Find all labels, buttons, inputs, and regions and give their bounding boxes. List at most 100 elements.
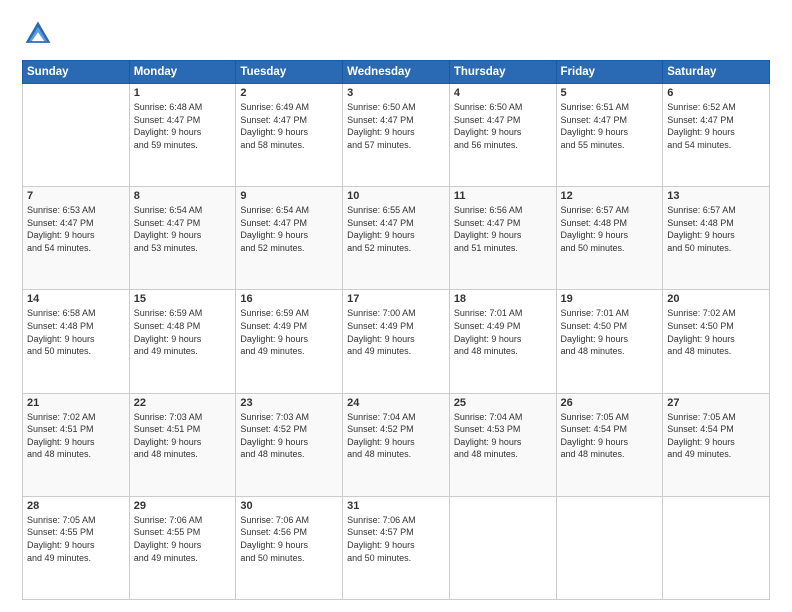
day-cell: 2 Sunrise: 6:49 AMSunset: 4:47 PMDaylight… — [236, 84, 343, 187]
day-number: 5 — [561, 87, 659, 99]
day-number: 11 — [454, 190, 552, 202]
day-number: 16 — [240, 293, 338, 305]
day-cell: 4Sunrise: 6:50 AMSunset: 4:47 PMDaylight… — [449, 84, 556, 187]
day-info: Sunrise: 6:50 AMSunset: 4:47 PMDaylight:… — [347, 101, 445, 151]
page: SundayMondayTuesdayWednesdayThursdayFrid… — [0, 0, 792, 612]
day-number: 3 — [347, 87, 445, 99]
day-number: 27 — [667, 397, 765, 409]
day-number: 10 — [347, 190, 445, 202]
day-number: 25 — [454, 397, 552, 409]
day-info: Sunrise: 7:03 AMSunset: 4:51 PMDaylight:… — [134, 411, 232, 461]
day-cell: 13Sunrise: 6:57 AMSunset: 4:48 PMDayligh… — [663, 187, 770, 290]
day-cell: 9 Sunrise: 6:54 AMSunset: 4:47 PMDaylight… — [236, 187, 343, 290]
day-cell: 25 Sunrise: 7:04 AMSunset: 4:53 PMDayligh… — [449, 393, 556, 496]
day-cell: 22Sunrise: 7:03 AMSunset: 4:51 PMDayligh… — [129, 393, 236, 496]
day-cell — [449, 496, 556, 599]
day-number: 20 — [667, 293, 765, 305]
col-header-tuesday: Tuesday — [236, 61, 343, 84]
day-cell: 30 Sunrise: 7:06 AMSunset: 4:56 PMDayligh… — [236, 496, 343, 599]
day-number: 30 — [240, 500, 338, 512]
day-number: 21 — [27, 397, 125, 409]
day-info: Sunrise: 7:06 AMSunset: 4:57 PMDaylight:… — [347, 514, 445, 564]
day-info: Sunrise: 6:59 AMSunset: 4:49 PMDaylight:… — [240, 307, 338, 357]
day-cell: 17 Sunrise: 7:00 AMSunset: 4:49 PMDayligh… — [343, 290, 450, 393]
week-row-4: 21Sunrise: 7:02 AMSunset: 4:51 PMDayligh… — [23, 393, 770, 496]
day-info: Sunrise: 7:04 AMSunset: 4:53 PMDaylight:… — [454, 411, 552, 461]
day-cell: 3 Sunrise: 6:50 AMSunset: 4:47 PMDaylight… — [343, 84, 450, 187]
col-header-saturday: Saturday — [663, 61, 770, 84]
day-cell: 10 Sunrise: 6:55 AMSunset: 4:47 PMDayligh… — [343, 187, 450, 290]
day-cell: 23 Sunrise: 7:03 AMSunset: 4:52 PMDayligh… — [236, 393, 343, 496]
day-cell: 18 Sunrise: 7:01 AMSunset: 4:49 PMDayligh… — [449, 290, 556, 393]
col-header-thursday: Thursday — [449, 61, 556, 84]
day-number: 4 — [454, 87, 552, 99]
day-number: 28 — [27, 500, 125, 512]
day-cell — [23, 84, 130, 187]
day-cell: 15 Sunrise: 6:59 AMSunset: 4:48 PMDayligh… — [129, 290, 236, 393]
day-info: Sunrise: 6:53 AMSunset: 4:47 PMDaylight:… — [27, 204, 125, 254]
day-info: Sunrise: 6:48 AMSunset: 4:47 PMDaylight:… — [134, 101, 232, 151]
day-number: 26 — [561, 397, 659, 409]
day-cell: 27 Sunrise: 7:05 AMSunset: 4:54 PMDayligh… — [663, 393, 770, 496]
day-info: Sunrise: 6:56 AMSunset: 4:47 PMDaylight:… — [454, 204, 552, 254]
day-cell: 11 Sunrise: 6:56 AMSunset: 4:47 PMDayligh… — [449, 187, 556, 290]
day-cell: 16 Sunrise: 6:59 AMSunset: 4:49 PMDayligh… — [236, 290, 343, 393]
day-number: 9 — [240, 190, 338, 202]
day-info: Sunrise: 7:01 AMSunset: 4:50 PMDaylight:… — [561, 307, 659, 357]
day-cell — [663, 496, 770, 599]
day-cell: 7 Sunrise: 6:53 AMSunset: 4:47 PMDaylight… — [23, 187, 130, 290]
day-number: 2 — [240, 87, 338, 99]
day-info: Sunrise: 6:54 AMSunset: 4:47 PMDaylight:… — [240, 204, 338, 254]
day-number: 6 — [667, 87, 765, 99]
day-info: Sunrise: 7:02 AMSunset: 4:50 PMDaylight:… — [667, 307, 765, 357]
day-number: 17 — [347, 293, 445, 305]
day-number: 14 — [27, 293, 125, 305]
day-info: Sunrise: 7:04 AMSunset: 4:52 PMDaylight:… — [347, 411, 445, 461]
week-row-3: 14 Sunrise: 6:58 AMSunset: 4:48 PMDayligh… — [23, 290, 770, 393]
col-header-friday: Friday — [556, 61, 663, 84]
day-info: Sunrise: 6:49 AMSunset: 4:47 PMDaylight:… — [240, 101, 338, 151]
day-number: 13 — [667, 190, 765, 202]
day-cell: 21Sunrise: 7:02 AMSunset: 4:51 PMDayligh… — [23, 393, 130, 496]
day-info: Sunrise: 7:05 AMSunset: 4:54 PMDaylight:… — [667, 411, 765, 461]
day-info: Sunrise: 6:59 AMSunset: 4:48 PMDaylight:… — [134, 307, 232, 357]
day-number: 31 — [347, 500, 445, 512]
day-cell: 29Sunrise: 7:06 AMSunset: 4:55 PMDayligh… — [129, 496, 236, 599]
day-cell: 28Sunrise: 7:05 AMSunset: 4:55 PMDayligh… — [23, 496, 130, 599]
col-header-sunday: Sunday — [23, 61, 130, 84]
day-info: Sunrise: 7:05 AMSunset: 4:54 PMDaylight:… — [561, 411, 659, 461]
day-cell: 12Sunrise: 6:57 AMSunset: 4:48 PMDayligh… — [556, 187, 663, 290]
calendar-table: SundayMondayTuesdayWednesdayThursdayFrid… — [22, 60, 770, 600]
day-number: 23 — [240, 397, 338, 409]
day-info: Sunrise: 6:51 AMSunset: 4:47 PMDaylight:… — [561, 101, 659, 151]
col-header-wednesday: Wednesday — [343, 61, 450, 84]
logo-icon — [22, 18, 54, 50]
day-cell — [556, 496, 663, 599]
day-number: 12 — [561, 190, 659, 202]
day-info: Sunrise: 7:03 AMSunset: 4:52 PMDaylight:… — [240, 411, 338, 461]
day-cell: 20 Sunrise: 7:02 AMSunset: 4:50 PMDayligh… — [663, 290, 770, 393]
day-info: Sunrise: 6:58 AMSunset: 4:48 PMDaylight:… — [27, 307, 125, 357]
day-cell: 24 Sunrise: 7:04 AMSunset: 4:52 PMDayligh… — [343, 393, 450, 496]
day-info: Sunrise: 7:00 AMSunset: 4:49 PMDaylight:… — [347, 307, 445, 357]
day-number: 24 — [347, 397, 445, 409]
day-number: 7 — [27, 190, 125, 202]
day-number: 1 — [134, 87, 232, 99]
day-cell: 14 Sunrise: 6:58 AMSunset: 4:48 PMDayligh… — [23, 290, 130, 393]
col-header-monday: Monday — [129, 61, 236, 84]
day-info: Sunrise: 6:52 AMSunset: 4:47 PMDaylight:… — [667, 101, 765, 151]
day-cell: 5 Sunrise: 6:51 AMSunset: 4:47 PMDaylight… — [556, 84, 663, 187]
day-info: Sunrise: 6:54 AMSunset: 4:47 PMDaylight:… — [134, 204, 232, 254]
day-info: Sunrise: 7:06 AMSunset: 4:56 PMDaylight:… — [240, 514, 338, 564]
week-row-1: 1 Sunrise: 6:48 AMSunset: 4:47 PMDaylight… — [23, 84, 770, 187]
day-number: 19 — [561, 293, 659, 305]
header-row: SundayMondayTuesdayWednesdayThursdayFrid… — [23, 61, 770, 84]
day-number: 18 — [454, 293, 552, 305]
day-info: Sunrise: 7:01 AMSunset: 4:49 PMDaylight:… — [454, 307, 552, 357]
day-number: 15 — [134, 293, 232, 305]
day-info: Sunrise: 6:55 AMSunset: 4:47 PMDaylight:… — [347, 204, 445, 254]
day-number: 29 — [134, 500, 232, 512]
day-cell: 19 Sunrise: 7:01 AMSunset: 4:50 PMDayligh… — [556, 290, 663, 393]
header — [22, 18, 770, 50]
day-cell: 1 Sunrise: 6:48 AMSunset: 4:47 PMDaylight… — [129, 84, 236, 187]
